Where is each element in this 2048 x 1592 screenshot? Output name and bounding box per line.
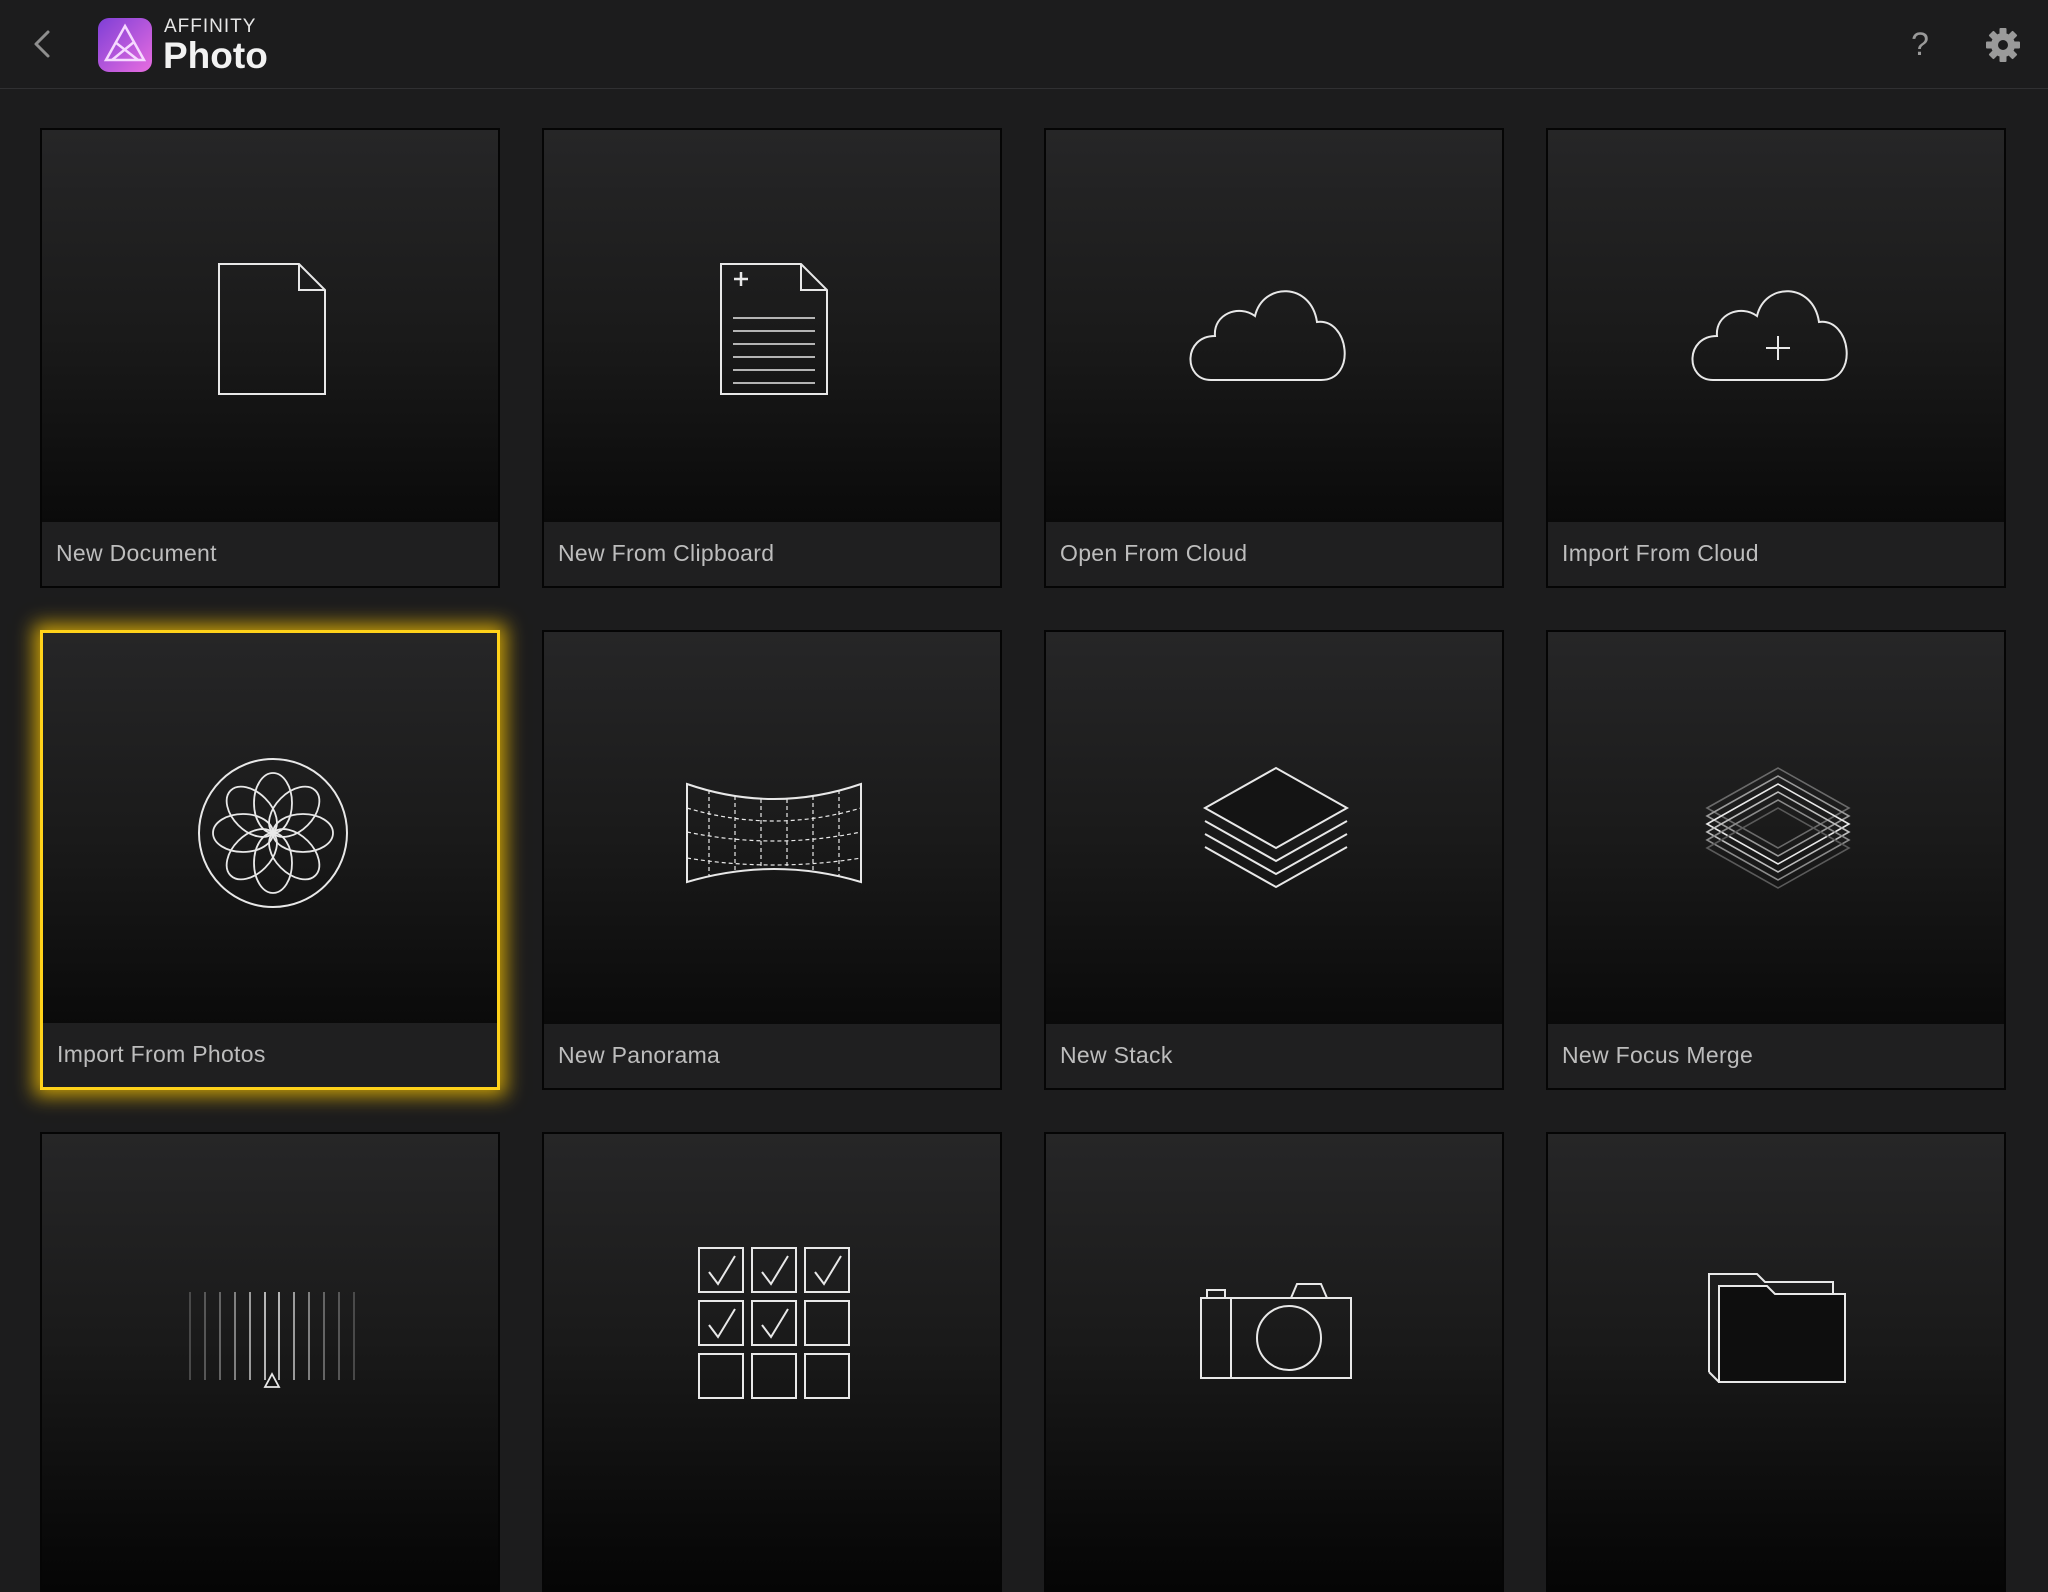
tile-label: New Focus Merge: [1562, 1042, 1754, 1068]
document-icon: [218, 263, 326, 395]
tile-label-bar: New Focus Merge: [1548, 1023, 2004, 1088]
cloud-plus-icon: [1691, 290, 1848, 381]
tile-new-panorama[interactable]: New Panorama: [542, 630, 1002, 1090]
tile-folder[interactable]: [1546, 1132, 2006, 1592]
tile-label-bar: Import From Photos: [43, 1022, 497, 1087]
tile-label: Import From Cloud: [1562, 540, 1759, 566]
tile-label-bar: New Stack: [1046, 1023, 1502, 1088]
affinity-photo-logo: [98, 18, 152, 72]
cloud-icon: [1189, 290, 1346, 381]
tile-label-bar: New Panorama: [544, 1023, 1000, 1088]
focus-merge-icon: [1705, 767, 1851, 889]
top-bar: AFFINITY Photo ?: [0, 0, 2048, 89]
hdr-slider-icon: [189, 1292, 355, 1388]
tile-label: New From Clipboard: [558, 540, 775, 566]
tile-import-from-cloud[interactable]: Import From Cloud: [1546, 128, 2006, 588]
brand-name-large: Photo: [163, 35, 268, 76]
help-button[interactable]: ?: [1900, 22, 1940, 66]
tile-label: Open From Cloud: [1060, 540, 1248, 566]
tile-label-bar: New From Clipboard: [544, 521, 1000, 586]
gear-icon: [1986, 28, 2020, 62]
tile-new-stack[interactable]: New Stack: [1044, 630, 1504, 1090]
camera-icon: [1200, 1283, 1352, 1379]
tile-new-focus-merge[interactable]: New Focus Merge: [1546, 630, 2006, 1090]
tile-import-from-photos[interactable]: Import From Photos: [40, 630, 500, 1090]
tile-label: New Document: [56, 540, 217, 566]
folder-icon: [1708, 1273, 1846, 1383]
chevron-left-icon: [34, 30, 50, 58]
tile-label-bar: Open From Cloud: [1046, 521, 1502, 586]
checklist-grid-icon: [698, 1247, 850, 1399]
settings-button[interactable]: [1984, 26, 2022, 64]
tile-camera[interactable]: [1044, 1132, 1504, 1592]
tile-label-bar: New Document: [42, 521, 498, 586]
tile-hdr[interactable]: [40, 1132, 500, 1592]
stack-layers-icon: [1202, 766, 1350, 889]
action-grid: New Document New From Clipboard Open Fro…: [40, 128, 2008, 1592]
tile-label-bar: Import From Cloud: [1548, 521, 2004, 586]
tile-open-from-cloud[interactable]: Open From Cloud: [1044, 128, 1504, 588]
tile-batch[interactable]: [542, 1132, 1002, 1592]
clipboard-document-icon: [720, 263, 828, 395]
tile-label: New Stack: [1060, 1042, 1173, 1068]
back-button[interactable]: [26, 26, 62, 62]
panorama-icon: [686, 782, 862, 884]
tile-new-from-clipboard[interactable]: New From Clipboard: [542, 128, 1002, 588]
tile-label: New Panorama: [558, 1042, 721, 1068]
photos-flower-icon: [198, 758, 348, 908]
tile-label: Import From Photos: [57, 1041, 266, 1067]
tile-new-document[interactable]: New Document: [40, 128, 500, 588]
